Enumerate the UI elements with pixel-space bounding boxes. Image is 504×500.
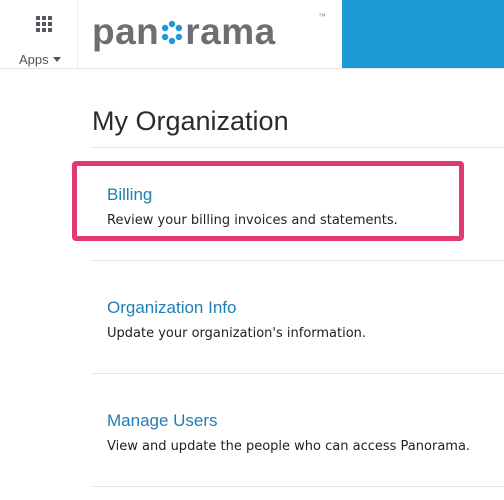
logo-text-start: pan	[92, 11, 160, 52]
list-item-content: Billing Review your billing invoices and…	[107, 184, 398, 230]
top-header: Apps pan rama ™	[0, 0, 504, 69]
organization-info-description: Update your organization's information.	[107, 326, 367, 341]
apps-label-text: Apps	[19, 52, 49, 67]
main-content: My Organization Billing Review your bill…	[92, 69, 504, 487]
apps-label: Apps	[19, 52, 61, 67]
panorama-logo[interactable]: pan rama	[92, 12, 276, 52]
list-item-billing: Billing Review your billing invoices and…	[92, 148, 504, 261]
list-item-manage-users: Manage Users View and update the people …	[92, 374, 504, 487]
page-title: My Organization	[92, 106, 289, 136]
logo-trademark: ™	[318, 12, 326, 21]
apps-menu-button[interactable]: Apps	[10, 12, 74, 67]
billing-description: Review your billing invoices and stateme…	[107, 213, 398, 228]
list-item-content: Manage Users View and update the people …	[107, 410, 470, 456]
header-accent-bar	[342, 0, 504, 68]
list-item-organization-info: Organization Info Update your organizati…	[92, 261, 504, 374]
apps-grid-icon	[36, 16, 53, 33]
logo-flower-icon	[160, 14, 184, 45]
header-divider	[77, 0, 78, 68]
logo-text-end: rama	[185, 11, 276, 52]
chevron-down-icon	[52, 57, 61, 62]
list-item-content: Organization Info Update your organizati…	[107, 297, 366, 343]
billing-link[interactable]: Billing	[107, 184, 398, 206]
manage-users-link[interactable]: Manage Users	[107, 410, 470, 432]
manage-users-description: View and update the people who can acces…	[107, 439, 471, 454]
organization-info-link[interactable]: Organization Info	[107, 297, 366, 319]
